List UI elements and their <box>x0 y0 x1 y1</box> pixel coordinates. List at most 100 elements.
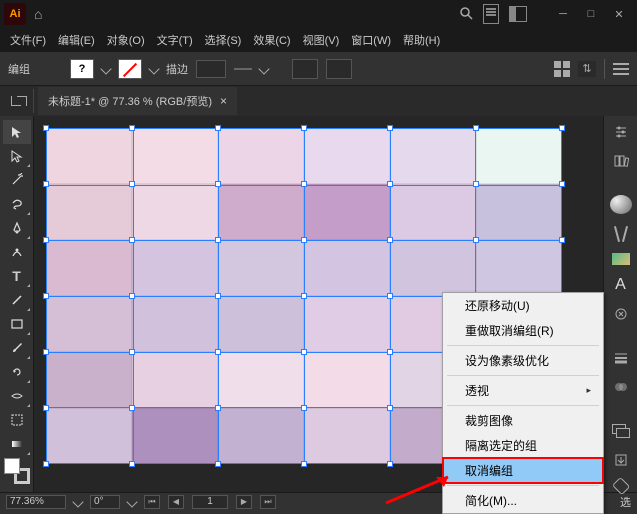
rotation-dropdown-icon[interactable] <box>126 496 137 507</box>
workspace-switch-icon[interactable] <box>509 6 527 22</box>
tool-line[interactable] <box>3 288 31 312</box>
grid-cell[interactable] <box>476 184 562 240</box>
tool-magic-wand[interactable] <box>3 168 31 192</box>
grid-cell[interactable] <box>132 408 218 464</box>
tool-direct-selection[interactable] <box>3 144 31 168</box>
tool-rotate[interactable] <box>3 360 31 384</box>
menu-type[interactable]: 文字(T) <box>153 30 197 50</box>
grid-cell[interactable] <box>132 296 218 352</box>
grid-cell[interactable] <box>46 352 132 408</box>
grid-cell[interactable] <box>218 408 304 464</box>
menu-edit[interactable]: 编辑(E) <box>54 30 99 50</box>
doc-toggle-icon[interactable] <box>4 89 34 113</box>
grid-cell[interactable] <box>476 240 562 296</box>
document-tab[interactable]: 未标题-1* @ 77.36 % (RGB/预览) × <box>38 87 237 115</box>
fill-dropdown-icon[interactable] <box>100 63 111 74</box>
tool-lasso[interactable] <box>3 192 31 216</box>
rotation-input[interactable]: 0° <box>90 495 120 509</box>
grid-cell[interactable] <box>304 128 390 184</box>
menu-select[interactable]: 选择(S) <box>201 30 246 50</box>
grid-cell[interactable] <box>390 128 476 184</box>
tool-free-transform[interactable] <box>3 408 31 432</box>
tool-rectangle[interactable] <box>3 312 31 336</box>
ctx-redo[interactable]: 重做取消编组(R) <box>443 318 603 343</box>
grid-cell[interactable] <box>304 408 390 464</box>
tool-pen[interactable] <box>3 216 31 240</box>
arrange-icon[interactable]: ⇅ <box>578 61 596 77</box>
document-icon[interactable] <box>483 4 499 24</box>
artboard-input[interactable]: 1 <box>192 495 228 509</box>
menu-object[interactable]: 对象(O) <box>103 30 149 50</box>
zoom-dropdown-icon[interactable] <box>72 496 83 507</box>
grid-cell[interactable] <box>304 240 390 296</box>
tool-curvature[interactable] <box>3 240 31 264</box>
grid-cell[interactable] <box>132 240 218 296</box>
grid-cell[interactable] <box>218 240 304 296</box>
layers-panel-icon[interactable] <box>610 422 632 441</box>
grid-cell[interactable] <box>46 184 132 240</box>
close-button[interactable]: ✕ <box>605 4 633 24</box>
tool-width[interactable] <box>3 384 31 408</box>
ctx-isolate-group[interactable]: 隔离选定的组 <box>443 433 603 458</box>
align-grid-icon[interactable] <box>554 61 570 77</box>
tool-selection[interactable] <box>3 120 31 144</box>
menu-window[interactable]: 窗口(W) <box>347 30 395 50</box>
grid-cell[interactable] <box>390 184 476 240</box>
ctx-crop-image[interactable]: 裁剪图像 <box>443 408 603 433</box>
color-panel-icon[interactable] <box>610 195 632 214</box>
symbols-panel-icon[interactable] <box>610 304 632 323</box>
properties-panel-icon[interactable] <box>610 122 632 141</box>
dash-style-icon[interactable] <box>234 68 252 70</box>
transparency-panel-icon[interactable] <box>610 377 632 396</box>
search-icon[interactable] <box>459 6 473 23</box>
home-icon[interactable]: ⌂ <box>34 6 42 22</box>
character-panel-icon[interactable]: A <box>610 275 632 294</box>
libraries-panel-icon[interactable] <box>610 151 632 170</box>
grid-cell[interactable] <box>46 128 132 184</box>
stroke-dropdown-icon[interactable] <box>148 63 159 74</box>
tool-type[interactable]: T <box>3 264 31 288</box>
grid-cell[interactable] <box>304 296 390 352</box>
grid-cell[interactable] <box>132 128 218 184</box>
ctx-pixel-perfect[interactable]: 设为像素级优化 <box>443 348 603 373</box>
tool-gradient[interactable] <box>3 432 31 456</box>
tab-close-icon[interactable]: × <box>220 94 227 108</box>
tool-paintbrush[interactable] <box>3 336 31 360</box>
brushes-panel-icon[interactable] <box>610 224 632 243</box>
menu-view[interactable]: 视图(V) <box>299 30 344 50</box>
grid-cell[interactable] <box>132 352 218 408</box>
nav-first-icon[interactable]: ⏮ <box>144 495 160 509</box>
menu-help[interactable]: 帮助(H) <box>399 30 444 50</box>
menu-file[interactable]: 文件(F) <box>6 30 50 50</box>
style-box[interactable] <box>326 59 352 79</box>
ctx-ungroup[interactable]: 取消编组 <box>443 458 603 483</box>
opacity-box[interactable] <box>292 59 318 79</box>
maximize-button[interactable]: □ <box>577 4 605 24</box>
ctx-undo[interactable]: 还原移动(U) <box>443 293 603 318</box>
grid-cell[interactable] <box>304 352 390 408</box>
grid-cell[interactable] <box>218 352 304 408</box>
ctx-simplify[interactable]: 简化(M)... <box>443 488 603 513</box>
fill-stroke-control[interactable] <box>4 458 30 484</box>
grid-cell[interactable] <box>46 296 132 352</box>
menu-effect[interactable]: 效果(C) <box>249 30 294 50</box>
dash-dropdown-icon[interactable] <box>258 63 269 74</box>
minimize-button[interactable]: ─ <box>549 4 577 24</box>
grid-cell[interactable] <box>218 184 304 240</box>
stroke-panel-icon[interactable] <box>610 348 632 367</box>
nav-prev-icon[interactable]: ◀ <box>168 495 184 509</box>
grid-cell[interactable] <box>304 184 390 240</box>
nav-next-icon[interactable]: ▶ <box>236 495 252 509</box>
panel-menu-icon[interactable] <box>613 63 629 75</box>
fill-swatch[interactable]: ? <box>70 59 94 79</box>
nav-last-icon[interactable]: ⏭ <box>260 495 276 509</box>
grid-cell[interactable] <box>46 408 132 464</box>
grid-cell[interactable] <box>46 240 132 296</box>
ctx-perspective[interactable]: 透视 <box>443 378 603 403</box>
grid-cell[interactable] <box>390 240 476 296</box>
grid-cell[interactable] <box>132 184 218 240</box>
stroke-swatch[interactable] <box>118 59 142 79</box>
zoom-input[interactable]: 77.36% <box>6 495 66 509</box>
stroke-weight-input[interactable] <box>196 60 226 78</box>
grid-cell[interactable] <box>218 296 304 352</box>
